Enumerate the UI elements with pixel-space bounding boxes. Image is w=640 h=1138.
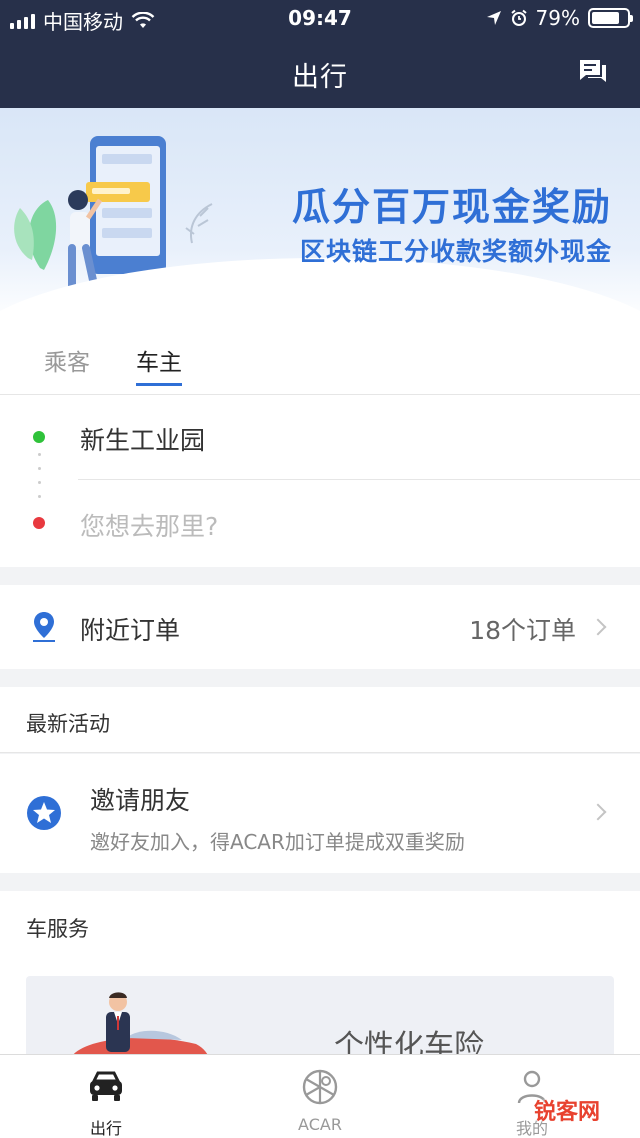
promo-banner[interactable]: 瓜分百万现金奖励 区块链工分收款奖额外现金 bbox=[0, 108, 640, 323]
destination-field[interactable]: 您想去那里? bbox=[80, 507, 218, 543]
battery-percent: 79% bbox=[535, 6, 580, 30]
tabbar-item-trip[interactable]: 出行 bbox=[46, 1055, 166, 1138]
tab-passenger[interactable]: 乘客 bbox=[44, 343, 90, 377]
acar-logo-icon bbox=[302, 1069, 338, 1105]
nearby-orders-count: 18个订单 bbox=[469, 616, 576, 645]
tab-driver-label: 车主 bbox=[136, 350, 182, 376]
route-divider bbox=[78, 479, 640, 480]
app-screen: 中国移动 09:47 79% 出行 瓜分百万现金奖励 区块链工分收款奖额外现金 … bbox=[0, 0, 640, 1138]
watermark-logo: 锐客网 bbox=[533, 1100, 600, 1125]
tabbar-trip-label: 出行 bbox=[89, 1119, 122, 1138]
invite-friends-item[interactable]: 邀请朋友 邀好友加入，得ACAR加订单提成双重奖励 bbox=[0, 754, 640, 873]
star-badge-icon bbox=[27, 796, 61, 830]
destination-dot bbox=[33, 517, 45, 529]
invite-title: 邀请朋友 bbox=[90, 786, 191, 815]
messages-button[interactable] bbox=[578, 58, 608, 86]
location-arrow-icon bbox=[486, 11, 501, 25]
tabbar-acar-label: ACAR bbox=[298, 1115, 342, 1134]
status-bar: 中国移动 09:47 79% bbox=[0, 0, 640, 36]
route-card: 新生工业园 您想去那里? bbox=[0, 395, 640, 567]
origin-field[interactable]: 新生工业园 bbox=[80, 421, 205, 457]
alarm-icon bbox=[510, 9, 527, 26]
active-tab-indicator bbox=[136, 383, 182, 386]
nearby-orders-row[interactable]: 附近订单 18个订单 bbox=[0, 585, 640, 669]
page-title: 出行 bbox=[292, 62, 348, 93]
battery-icon bbox=[588, 8, 633, 28]
car-icon bbox=[90, 1071, 122, 1101]
chevron-right-icon bbox=[589, 618, 607, 636]
banner-subtitle: 区块链工分收款奖额外现金 bbox=[299, 237, 612, 266]
origin-dot bbox=[33, 431, 45, 443]
chevron-right-icon bbox=[589, 803, 607, 821]
status-right: 79% bbox=[486, 6, 633, 30]
car-services-header: 车服务 bbox=[26, 917, 89, 941]
location-pin-icon bbox=[33, 612, 55, 642]
activities-header-label: 最新活动 bbox=[26, 712, 110, 736]
invite-description: 邀好友加入，得ACAR加订单提成双重奖励 bbox=[90, 830, 465, 854]
route-dotted-line bbox=[38, 453, 41, 509]
activities-header: 最新活动 bbox=[0, 687, 640, 753]
tab-passenger-label: 乘客 bbox=[44, 350, 90, 376]
nearby-orders-label: 附近订单 bbox=[80, 616, 181, 645]
role-tabs: 乘客 车主 bbox=[0, 323, 640, 395]
car-services-section: 车服务 个性化车险 bbox=[0, 891, 640, 1086]
chat-bubbles-icon bbox=[580, 60, 606, 82]
tabbar-item-acar[interactable]: ACAR bbox=[260, 1055, 380, 1138]
top-bar: 中国移动 09:47 79% 出行 bbox=[0, 0, 640, 108]
banner-title: 瓜分百万现金奖励 bbox=[291, 185, 612, 229]
tab-driver[interactable]: 车主 bbox=[136, 343, 182, 386]
